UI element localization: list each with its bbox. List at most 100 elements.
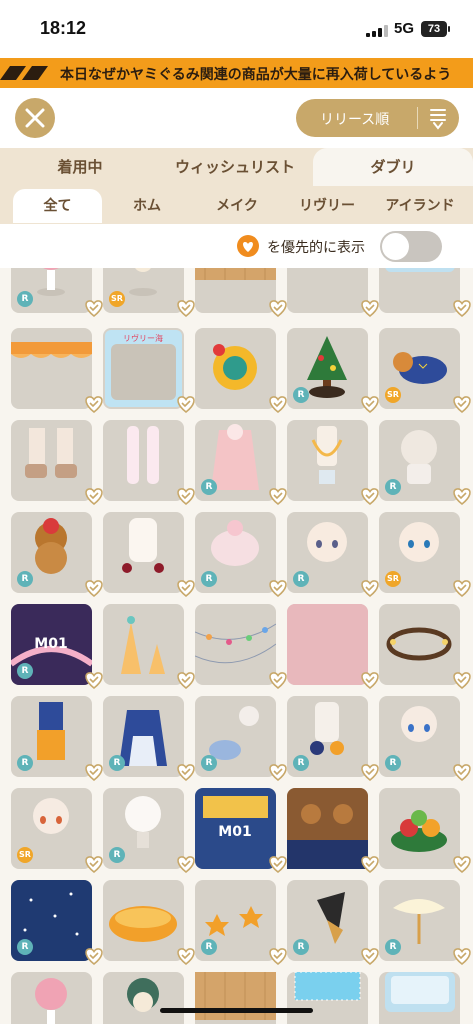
item-card[interactable]: [287, 268, 379, 318]
item-thumbnail: [386, 627, 452, 661]
tab-home[interactable]: ホム: [104, 189, 190, 223]
item-card[interactable]: R: [11, 512, 103, 598]
item-card[interactable]: R: [195, 696, 287, 782]
item-card[interactable]: [287, 420, 379, 506]
item-thumbnail: リヴリー海: [105, 330, 182, 407]
sort-button[interactable]: リリース順: [296, 99, 459, 137]
wishlist-heart-icon[interactable]: [449, 574, 473, 600]
wishlist-heart-icon[interactable]: [449, 758, 473, 784]
rarity-badge: R: [17, 291, 33, 307]
item-card[interactable]: SR: [11, 788, 103, 874]
sort-label: リリース順: [320, 112, 390, 128]
item-card[interactable]: [11, 328, 103, 414]
item-thumbnail: [109, 906, 177, 942]
item-card[interactable]: [287, 788, 379, 874]
svg-text:リヴリー海: リヴリー海: [123, 333, 163, 343]
status-time: 18:12: [40, 18, 87, 38]
item-card[interactable]: [195, 268, 287, 318]
item-card[interactable]: [195, 972, 276, 1024]
tab-duplicates[interactable]: ダブリ: [313, 148, 473, 186]
priority-label: を優先的に表示: [267, 240, 365, 256]
close-icon: [25, 108, 45, 128]
item-card[interactable]: M01 R: [11, 604, 103, 690]
signal-icon: [366, 25, 388, 37]
wishlist-heart-icon[interactable]: [449, 942, 473, 968]
rarity-badge: R: [293, 939, 309, 955]
item-thumbnail: [127, 978, 159, 1012]
item-card[interactable]: R: [195, 880, 287, 966]
item-thumbnail: [294, 972, 361, 1001]
item-card[interactable]: リヴリー海: [103, 328, 195, 414]
tab-wearing[interactable]: 着用中: [20, 148, 140, 186]
close-button[interactable]: [15, 98, 55, 138]
rarity-badge: R: [17, 663, 33, 679]
item-thumbnail: [287, 788, 368, 869]
rarity-badge: R: [201, 755, 217, 771]
item-thumbnail: [25, 428, 77, 478]
item-card[interactable]: SR: [379, 512, 471, 598]
item-card[interactable]: R: [287, 696, 379, 782]
item-card[interactable]: [379, 604, 471, 690]
item-thumbnail: [287, 604, 368, 685]
item-card[interactable]: [11, 972, 92, 1024]
item-thumbnail: [311, 426, 343, 484]
item-card[interactable]: [379, 788, 471, 874]
item-card[interactable]: SR: [379, 328, 471, 414]
wishlist-heart-icon[interactable]: [449, 850, 473, 876]
item-card[interactable]: [287, 972, 368, 1024]
item-thumbnail: [127, 426, 159, 484]
item-card[interactable]: [103, 604, 195, 690]
battery-icon: 73: [421, 21, 450, 37]
item-card[interactable]: [195, 604, 287, 690]
item-card[interactable]: R: [11, 696, 103, 782]
item-card[interactable]: [287, 604, 379, 690]
item-card[interactable]: [103, 420, 195, 506]
wishlist-heart-icon[interactable]: [449, 666, 473, 692]
item-card[interactable]: [379, 268, 471, 318]
item-card[interactable]: [11, 420, 103, 506]
item-card[interactable]: [103, 880, 195, 966]
item-card[interactable]: R: [11, 880, 103, 966]
item-card[interactable]: R: [11, 268, 103, 318]
item-thumbnail: [11, 342, 92, 358]
wishlist-heart-icon[interactable]: [449, 390, 473, 416]
news-ticker[interactable]: 本日なぜかヤミぐるみ関連の商品が大量に再入荷しているよう: [0, 58, 473, 88]
rarity-badge: R: [201, 479, 217, 495]
item-card[interactable]: [379, 972, 460, 1024]
tab-makeup[interactable]: メイク: [192, 189, 282, 223]
item-thumbnail: [35, 978, 67, 1024]
rarity-badge: R: [17, 939, 33, 955]
tab-wishlist[interactable]: ウィッシュリスト: [160, 148, 310, 186]
priority-toggle[interactable]: [380, 231, 442, 262]
item-thumbnail: [122, 518, 164, 573]
home-indicator: [160, 1008, 313, 1013]
item-card[interactable]: R: [379, 420, 471, 506]
item-grid: R SR リヴリー海 R SR R R R R R SR M01 R R R R R R SR R M01 R R R R: [0, 268, 473, 1024]
tab-island[interactable]: アイランド: [372, 189, 468, 223]
item-card[interactable]: SR: [103, 268, 195, 318]
tab-all[interactable]: 全て: [13, 189, 102, 223]
item-card[interactable]: R: [379, 696, 471, 782]
rarity-badge: R: [293, 571, 309, 587]
item-card[interactable]: R: [195, 420, 287, 506]
item-card[interactable]: R: [287, 328, 379, 414]
item-card[interactable]: [103, 972, 184, 1024]
item-thumbnail: [287, 268, 368, 313]
item-card[interactable]: R: [287, 512, 379, 598]
item-card[interactable]: R: [103, 788, 195, 874]
item-card[interactable]: R: [379, 880, 471, 966]
item-card[interactable]: R: [287, 880, 379, 966]
item-card[interactable]: [195, 328, 287, 414]
wishlist-heart-icon[interactable]: [449, 294, 473, 320]
rarity-badge: R: [201, 939, 217, 955]
item-card[interactable]: M01: [195, 788, 287, 874]
rarity-badge: R: [293, 755, 309, 771]
rarity-badge: R: [293, 387, 309, 403]
tab-livly[interactable]: リヴリー: [284, 189, 370, 223]
primary-tabs: 着用中 ウィッシュリスト ダブリ: [0, 148, 473, 186]
wishlist-heart-icon[interactable]: [449, 482, 473, 508]
item-card[interactable]: R: [103, 696, 195, 782]
item-card[interactable]: R: [195, 512, 287, 598]
rarity-badge: SR: [385, 387, 401, 403]
item-card[interactable]: [103, 512, 195, 598]
